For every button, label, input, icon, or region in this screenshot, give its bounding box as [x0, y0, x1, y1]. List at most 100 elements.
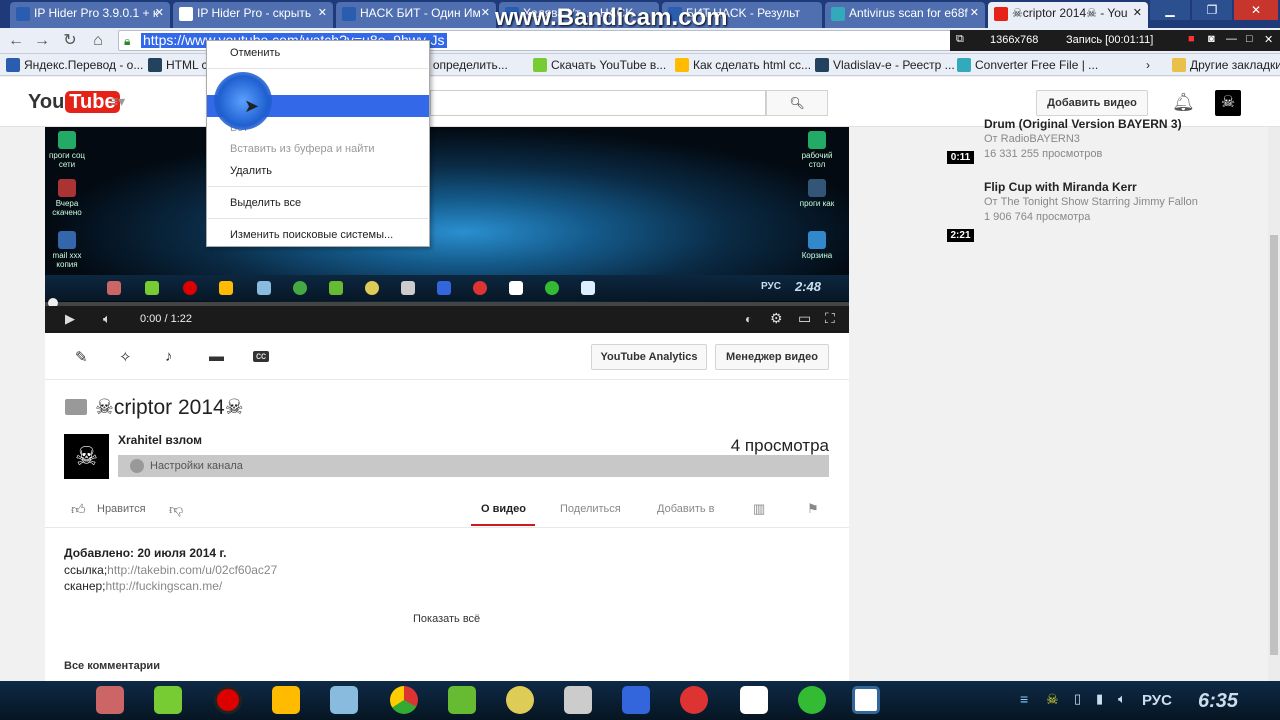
fullscreen-icon[interactable]: ⛶	[825, 310, 835, 327]
thumbs-up-icon[interactable]: 👍︎	[71, 501, 86, 518]
taskbar-app-icon[interactable]	[852, 686, 880, 714]
back-arrow-icon[interactable]: ←	[6, 31, 26, 51]
taskbar-app-icon	[401, 281, 415, 295]
video-player[interactable]: проги соц сети Вчера скачено mail xxx ко…	[45, 127, 849, 333]
close-tab-icon[interactable]: ✕	[1133, 6, 1142, 19]
close-recorder-icon[interactable]: ✕	[1264, 33, 1273, 46]
maximize-window-icon[interactable]: ❐	[1192, 0, 1232, 20]
close-tab-icon[interactable]: ✕	[318, 6, 327, 19]
menu-item-undo[interactable]: Отменить	[207, 42, 429, 64]
related-video-title[interactable]: Drum (Original Version BAYERN 3)	[984, 117, 1182, 131]
tab-about[interactable]: О видео	[481, 503, 526, 515]
guide-menu-icon[interactable]: ≡▾	[110, 93, 125, 110]
chrome-icon[interactable]	[390, 686, 418, 714]
annotations-icon[interactable]: ◐	[745, 312, 752, 326]
taskbar-app-icon[interactable]	[564, 686, 592, 714]
minimize-recorder-icon[interactable]: —	[1226, 33, 1237, 45]
bookmark-item[interactable]: HTML c	[148, 58, 208, 72]
tray-menu-icon[interactable]: ≡	[1020, 691, 1028, 707]
tab-share[interactable]: Поделиться	[560, 503, 621, 515]
restore-recorder-icon[interactable]: □	[1246, 33, 1253, 45]
minimize-window-icon[interactable]: ▁	[1150, 0, 1190, 20]
taskbar-app-icon[interactable]	[272, 686, 300, 714]
tray-network-icon[interactable]: ▮	[1096, 691, 1103, 707]
browser-tab[interactable]: HACK БИТ - Один Им ✕	[336, 2, 496, 28]
close-tab-icon[interactable]: ✕	[481, 6, 490, 19]
close-window-icon[interactable]: ✕	[1234, 0, 1278, 20]
volume-icon[interactable]: 🔈︎	[103, 311, 111, 327]
tray-skull-icon[interactable]: ☠	[1046, 691, 1059, 708]
youtube-analytics-button[interactable]: YouTube Analytics	[591, 344, 707, 370]
other-bookmarks-folder[interactable]: Другие закладки	[1172, 58, 1280, 72]
youtube-logo[interactable]: You Tube	[28, 91, 120, 114]
bookmark-item[interactable]: Как сделать html сс...	[675, 58, 811, 72]
home-icon[interactable]: ⌂	[88, 31, 108, 51]
account-avatar[interactable]: ☠	[1215, 90, 1241, 116]
record-app-icon[interactable]	[214, 686, 242, 714]
camera-icon[interactable]: ◙	[1208, 33, 1215, 45]
annotations-bubble-icon[interactable]: ▬	[209, 348, 224, 365]
bookmark-item[interactable]: Яндекс.Перевод - о...	[6, 58, 143, 72]
thumbs-down-icon[interactable]: 👎︎	[169, 501, 183, 518]
enhance-wand-icon[interactable]: ✧	[119, 348, 132, 366]
tray-device-icon[interactable]: ▯	[1074, 691, 1081, 707]
channel-settings-button[interactable]: Настройки канала	[150, 460, 243, 472]
stats-bars-icon[interactable]: ▥	[753, 501, 765, 517]
channel-name[interactable]: Xrahitel взлом	[118, 433, 202, 447]
taskbar-app-icon[interactable]	[798, 686, 826, 714]
bookmark-item[interactable]: Скачать YouTube в...	[533, 58, 666, 72]
page-scrollbar[interactable]	[1268, 127, 1280, 681]
menu-item-select-all[interactable]: Выделить все	[207, 192, 429, 214]
captions-cc-icon[interactable]: cc	[253, 351, 269, 362]
close-tab-icon[interactable]: ✕	[970, 6, 979, 19]
related-video-title[interactable]: Flip Cup with Miranda Kerr	[984, 180, 1137, 194]
taskbar-app-icon[interactable]	[96, 686, 124, 714]
all-comments-heading: Все комментарии	[64, 660, 160, 672]
forward-arrow-icon[interactable]: →	[32, 31, 52, 51]
tray-volume-icon[interactable]: 🔈︎	[1118, 691, 1126, 707]
language-indicator[interactable]: РУС	[1142, 692, 1172, 709]
taskbar-app-icon[interactable]	[740, 686, 768, 714]
taskbar-app-icon[interactable]	[622, 686, 650, 714]
taskbar-app-icon[interactable]	[154, 686, 182, 714]
taskbar-app-icon[interactable]	[448, 686, 476, 714]
scrollbar-thumb[interactable]	[1270, 235, 1278, 655]
edit-pencil-icon[interactable]: ✎	[75, 348, 88, 366]
search-button[interactable]: 🔍︎	[766, 90, 828, 116]
notifications-bell-icon[interactable]: 🔔︎	[1172, 92, 1195, 113]
video-manager-button[interactable]: Менеджер видео	[715, 344, 829, 370]
taskbar-app-icon	[473, 281, 487, 295]
description-link[interactable]: http://takebin.com/u/02cf60ac27	[107, 563, 277, 577]
taskbar-app-icon[interactable]	[330, 686, 358, 714]
menu-item-edit-search-engines[interactable]: Изменить поисковые системы...	[207, 224, 429, 246]
bookmark-item[interactable]: Vladislav-e - Реестр ...	[815, 58, 955, 72]
bookmark-favicon-icon	[675, 58, 689, 72]
bookmark-item[interactable]: Converter Free File | ...	[957, 58, 1098, 72]
show-more-button[interactable]: Показать всё	[413, 613, 480, 625]
taskbar-app-icon[interactable]	[680, 686, 708, 714]
browser-tab[interactable]: Antivirus scan for e68f ✕	[825, 2, 985, 28]
browser-tab[interactable]: IP Hider Pro 3.9.0.1 + к ✕	[10, 2, 170, 28]
description-link[interactable]: http://fuckingscan.me/	[106, 579, 223, 593]
like-label[interactable]: Нравится	[97, 503, 146, 515]
upload-button[interactable]: Добавить видео	[1036, 90, 1148, 116]
menu-item-paste-and-search[interactable]: Вставить из буфера и найти	[207, 138, 429, 160]
settings-gear-icon[interactable]: ⚙	[770, 310, 783, 327]
search-input[interactable]	[430, 90, 766, 116]
tab-add-to[interactable]: Добавить в	[657, 503, 715, 515]
bookmarks-overflow-icon[interactable]: ›	[1146, 58, 1150, 72]
channel-avatar[interactable]: ☠	[64, 434, 109, 479]
browser-tab-active[interactable]: ☠criptor 2014☠ - You ✕	[988, 2, 1148, 28]
tab-label: IP Hider Pro - скрыть	[197, 6, 312, 20]
record-stop-icon[interactable]: ■	[1188, 33, 1195, 45]
menu-item-delete[interactable]: Удалить	[207, 160, 429, 182]
browser-tab[interactable]: IP Hider Pro - скрыть ✕	[173, 2, 333, 28]
close-tab-icon[interactable]: ✕	[155, 6, 164, 19]
taskbar-clock[interactable]: 6:35	[1198, 690, 1238, 713]
play-icon[interactable]: ▶	[65, 311, 75, 327]
theater-mode-icon[interactable]: ▭	[798, 310, 811, 327]
audio-note-icon[interactable]: ♪	[165, 348, 173, 365]
taskbar-app-icon[interactable]	[506, 686, 534, 714]
reload-icon[interactable]: ↻	[60, 31, 80, 51]
flag-icon[interactable]: ⚑	[807, 501, 819, 517]
